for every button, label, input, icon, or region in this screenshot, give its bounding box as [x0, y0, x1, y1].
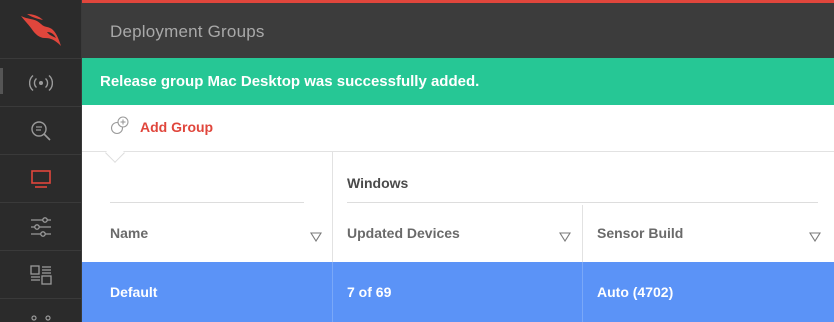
column-header-sensor-build[interactable]: Sensor Build — [597, 225, 683, 241]
header-underline — [110, 202, 304, 203]
main-content: Add Group Windows Name Updated Devices S… — [82, 105, 834, 322]
sidebar-item-configuration[interactable] — [0, 202, 82, 250]
dashboard-icon — [29, 264, 53, 286]
header-underline — [347, 202, 818, 203]
windows-group-header: Windows — [347, 175, 409, 191]
sidebar — [0, 0, 82, 322]
page-title: Deployment Groups — [110, 22, 265, 41]
column-divider — [332, 151, 333, 262]
dots-icon — [29, 313, 53, 322]
cell-sensor-build: Auto (4702) — [597, 284, 674, 300]
cell-name: Default — [110, 284, 158, 300]
falcon-logo-icon[interactable] — [0, 0, 82, 58]
dropdown-caret-icon — [105, 143, 125, 163]
sidebar-item-more[interactable] — [0, 298, 82, 322]
sidebar-item-investigate[interactable] — [0, 106, 82, 154]
filter-icon[interactable] — [559, 229, 571, 243]
cell-divider — [332, 262, 333, 322]
filter-icon[interactable] — [809, 229, 821, 243]
page-header: Deployment Groups — [82, 0, 834, 58]
column-header-name[interactable]: Name — [110, 225, 148, 241]
sidebar-item-hosts[interactable] — [0, 154, 82, 202]
add-group-button[interactable]: Add Group — [110, 115, 213, 139]
filter-icon[interactable] — [310, 229, 322, 243]
monitor-icon — [30, 169, 52, 189]
broadcast-icon — [29, 73, 53, 93]
column-header-updated-devices[interactable]: Updated Devices — [347, 225, 460, 241]
add-group-label: Add Group — [140, 119, 214, 135]
add-group-icon — [110, 115, 130, 140]
success-message: Release group Mac Desktop was successful… — [100, 73, 480, 90]
search-icon — [30, 120, 52, 142]
sidebar-item-activity[interactable] — [0, 58, 82, 106]
sliders-icon — [29, 216, 53, 238]
cell-divider — [582, 262, 583, 322]
cell-updated-devices: 7 of 69 — [347, 284, 392, 300]
table-row[interactable]: Default 7 of 69 Auto (4702) — [82, 262, 834, 322]
sidebar-item-dashboards[interactable] — [0, 250, 82, 298]
toolbar-divider — [82, 151, 834, 152]
column-divider — [582, 205, 583, 262]
success-banner: Release group Mac Desktop was successful… — [82, 58, 834, 105]
